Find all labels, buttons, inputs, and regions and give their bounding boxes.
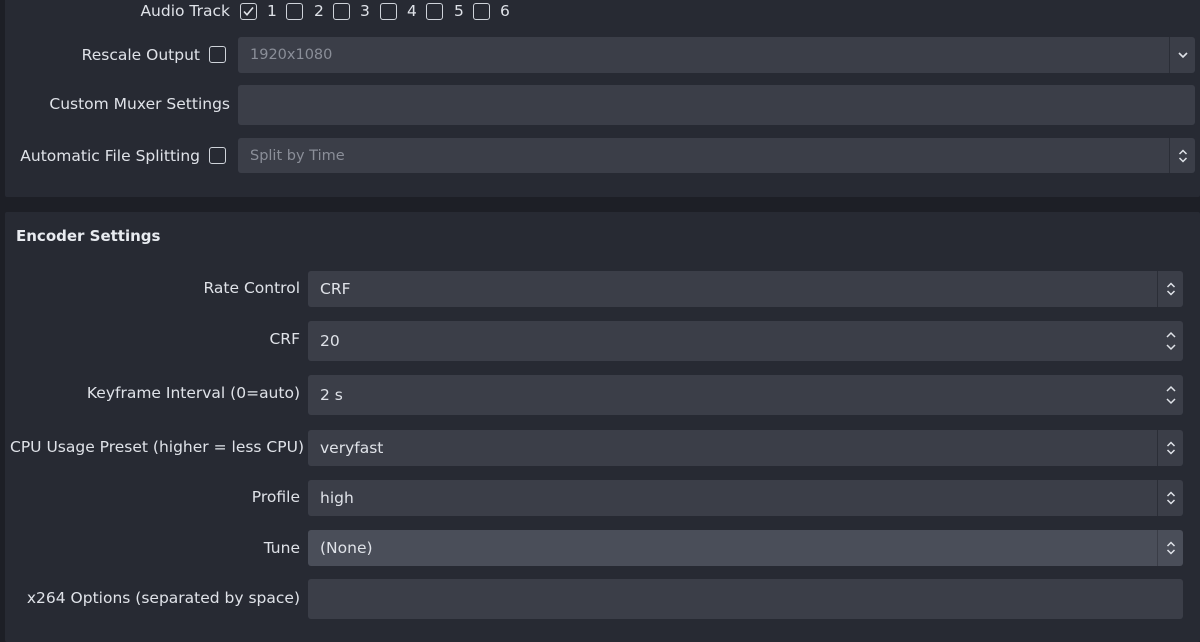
- rescale-output-checkbox[interactable]: [209, 46, 226, 63]
- file-splitting-label: Automatic File Splitting: [20, 147, 200, 165]
- rate-control-value: CRF: [320, 280, 351, 298]
- audio-track-2-label: 2: [314, 2, 324, 20]
- spin-arrows-icon[interactable]: [1158, 321, 1183, 361]
- cpu-preset-value: veryfast: [320, 439, 384, 457]
- encoder-settings-title: Encoder Settings: [16, 227, 161, 245]
- profile-dropdown[interactable]: high: [308, 480, 1183, 516]
- audio-track-3-checkbox[interactable]: [333, 3, 350, 20]
- checkmark-icon: [243, 6, 254, 17]
- custom-muxer-input[interactable]: [238, 85, 1195, 125]
- cpu-preset-label: CPU Usage Preset (higher = less CPU): [10, 438, 304, 456]
- file-splitting-value: Split by Time: [250, 147, 345, 164]
- audio-track-3-label: 3: [360, 2, 370, 20]
- cpu-preset-dropdown[interactable]: veryfast: [308, 430, 1183, 466]
- rescale-output-label: Rescale Output: [81, 46, 200, 64]
- keyframe-interval-value: 2 s: [320, 386, 343, 404]
- updown-icon[interactable]: [1157, 530, 1183, 566]
- crf-spinbox[interactable]: 20: [308, 321, 1183, 361]
- file-splitting-checkbox[interactable]: [209, 147, 226, 164]
- profile-label: Profile: [251, 488, 300, 506]
- crf-value: 20: [320, 332, 340, 350]
- audio-track-5-checkbox[interactable]: [426, 3, 443, 20]
- audio-track-6-checkbox[interactable]: [473, 3, 490, 20]
- audio-track-1-label: 1: [267, 2, 277, 20]
- tune-label: Tune: [263, 539, 300, 557]
- keyframe-interval-label: Keyframe Interval (0=auto): [86, 384, 300, 402]
- spin-down-icon[interactable]: [1165, 398, 1176, 405]
- chevron-down-icon[interactable]: [1169, 37, 1195, 73]
- spin-arrows-icon[interactable]: [1158, 375, 1183, 415]
- profile-value: high: [320, 489, 354, 507]
- updown-icon[interactable]: [1157, 430, 1183, 466]
- audio-track-1-checkbox[interactable]: [240, 3, 257, 20]
- audio-track-2-checkbox[interactable]: [286, 3, 303, 20]
- rescale-output-dropdown[interactable]: 1920x1080: [238, 37, 1195, 73]
- rate-control-label: Rate Control: [203, 279, 301, 297]
- audio-track-5-label: 5: [454, 2, 464, 20]
- rate-control-dropdown[interactable]: CRF: [308, 271, 1183, 307]
- x264-options-label: x264 Options (separated by space): [26, 589, 300, 607]
- spin-up-icon[interactable]: [1165, 385, 1176, 392]
- updown-icon[interactable]: [1169, 138, 1195, 173]
- x264-options-input[interactable]: [308, 579, 1183, 619]
- custom-muxer-label: Custom Muxer Settings: [49, 95, 230, 113]
- updown-icon[interactable]: [1157, 480, 1183, 516]
- spin-down-icon[interactable]: [1165, 344, 1176, 351]
- spin-up-icon[interactable]: [1165, 331, 1176, 338]
- audio-track-6-label: 6: [500, 2, 510, 20]
- crf-label: CRF: [269, 330, 300, 348]
- file-splitting-dropdown[interactable]: Split by Time: [238, 138, 1195, 173]
- audio-track-4-label: 4: [407, 2, 417, 20]
- keyframe-interval-spinbox[interactable]: 2 s: [308, 375, 1183, 415]
- audio-track-4-checkbox[interactable]: [380, 3, 397, 20]
- rescale-output-value: 1920x1080: [250, 47, 333, 63]
- updown-icon[interactable]: [1157, 271, 1183, 307]
- tune-value: (None): [320, 539, 373, 557]
- audio-track-label: Audio Track: [140, 2, 230, 20]
- tune-dropdown[interactable]: (None): [308, 530, 1183, 566]
